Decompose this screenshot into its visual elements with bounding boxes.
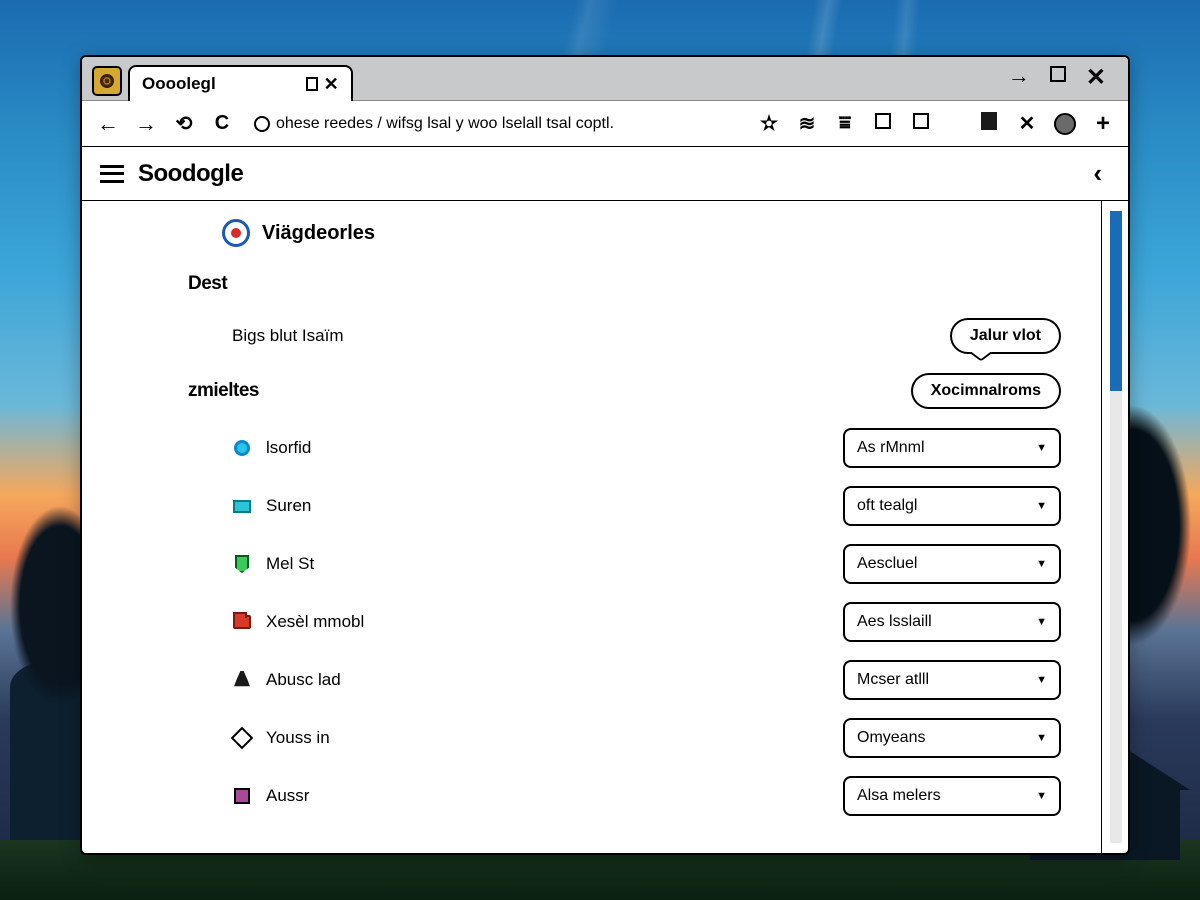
- window-close-icon[interactable]: ✕: [1086, 63, 1106, 92]
- settings-content: Viägdeorles Dest Bigs blut Isaïm Jalur v…: [82, 201, 1102, 853]
- setting-label: Xesèl mmobl: [266, 612, 364, 632]
- diamond-icon: [232, 728, 252, 748]
- dropdown-value: oft tealgl: [857, 497, 917, 515]
- setting-row: Abusc lad Mcser atlll ▼: [232, 659, 1061, 701]
- setting-row: Mel St Aescluel ▼: [232, 543, 1061, 585]
- square-icon: [232, 786, 252, 806]
- toolbar-icon-3[interactable]: [872, 112, 894, 135]
- setting-dropdown[interactable]: Omyeans ▼: [843, 718, 1061, 758]
- nav-back-icon[interactable]: ←: [96, 111, 120, 137]
- toolbar-icon-4[interactable]: [910, 112, 932, 135]
- chevron-down-icon: ▼: [1036, 616, 1047, 628]
- header-back-icon[interactable]: ‹: [1093, 158, 1110, 189]
- chevron-down-icon: ▼: [1036, 790, 1047, 802]
- setting-label: Youss in: [266, 728, 330, 748]
- rect-icon: [232, 496, 252, 516]
- nav-reload-icon[interactable]: ⟲: [172, 111, 196, 136]
- scrollbar[interactable]: [1110, 211, 1122, 843]
- scrollbar-thumb[interactable]: [1110, 211, 1122, 391]
- setting-dropdown[interactable]: As rMnml ▼: [843, 428, 1061, 468]
- chevron-down-icon: ▼: [1036, 558, 1047, 570]
- page-heading-text: Viägdeorles: [262, 222, 375, 245]
- section-header-button[interactable]: Xocimnalroms: [911, 373, 1061, 409]
- bell-icon: [232, 670, 252, 690]
- setting-dropdown[interactable]: Aes lsslaill ▼: [843, 602, 1061, 642]
- setting-dropdown[interactable]: Mcser atlll ▼: [843, 660, 1061, 700]
- menu-icon[interactable]: [100, 165, 124, 183]
- setting-label: Aussr: [266, 786, 309, 806]
- section-label-1: Dest: [188, 273, 1061, 295]
- dropdown-value: As rMnml: [857, 439, 925, 457]
- tab-bar: Oooolegl ✕ → ✕: [82, 57, 1128, 101]
- setting-dropdown[interactable]: Aescluel ▼: [843, 544, 1061, 584]
- setting-label: Mel St: [266, 554, 314, 574]
- setting-label: lsorfid: [266, 438, 311, 458]
- page-heading-icon: [222, 219, 250, 247]
- dropdown-value: Aes lsslaill: [857, 613, 932, 631]
- chevron-down-icon: ▼: [1036, 500, 1047, 512]
- nav-reload-alt-icon[interactable]: C: [210, 112, 234, 135]
- nav-forward-icon[interactable]: →: [134, 111, 158, 137]
- chevron-down-icon: ▼: [1036, 442, 1047, 454]
- url-text: ohese reedes / wifsg lsal y woo lselall …: [276, 115, 614, 133]
- chevron-down-icon: ▼: [1036, 732, 1047, 744]
- dropdown-value: Mcser atlll: [857, 671, 929, 689]
- close-icon[interactable]: ✕: [1016, 111, 1038, 136]
- setting-row: Xesèl mmobl Aes lsslaill ▼: [232, 601, 1061, 643]
- toolbar-icon-1[interactable]: ≋: [796, 111, 818, 136]
- setting-row: lsorfid As rMnml ▼: [232, 427, 1061, 469]
- toolbar-icon-2[interactable]: ⩸: [834, 112, 856, 135]
- dropdown-value: Omyeans: [857, 729, 925, 747]
- dropdown-value: Alsa melers: [857, 787, 941, 805]
- section-label-2: zmieltes: [188, 380, 911, 402]
- favicon: [92, 66, 122, 96]
- url-field[interactable]: ohese reedes / wifsg lsal y woo lselall …: [248, 115, 744, 133]
- browser-tab[interactable]: Oooolegl ✕: [128, 65, 353, 101]
- window-controls: → ✕: [1008, 63, 1120, 100]
- setting-label: Suren: [266, 496, 311, 516]
- setting-label: Abusc lad: [266, 670, 341, 690]
- page-heading: Viägdeorles: [222, 219, 1061, 247]
- setting-row: Youss in Omyeans ▼: [232, 717, 1061, 759]
- folder-icon: [232, 612, 252, 632]
- bookmark-icon[interactable]: ✫: [758, 111, 780, 136]
- circle-icon: [232, 438, 252, 458]
- setting-row: Aussr Alsa melers ▼: [232, 775, 1061, 817]
- setting-dropdown[interactable]: oft tealgl ▼: [843, 486, 1061, 526]
- app-header: Soodogle ‹: [82, 147, 1128, 201]
- browser-window: Oooolegl ✕ → ✕ ← → ⟲ C ohese reedes / wi…: [80, 55, 1130, 855]
- new-tab-icon[interactable]: +: [1092, 110, 1114, 138]
- window-restore-icon[interactable]: [1050, 66, 1066, 82]
- profile-avatar-icon[interactable]: [1054, 113, 1076, 135]
- setting-row-label: Bigs blut Isaïm: [232, 326, 344, 346]
- tab-title: Oooolegl: [142, 74, 216, 94]
- tab-close-icon[interactable]: ✕: [324, 74, 339, 95]
- shield-icon: [232, 554, 252, 574]
- site-info-icon[interactable]: [254, 116, 270, 132]
- setting-row: Suren oft tealgl ▼: [232, 485, 1061, 527]
- chevron-down-icon: ▼: [1036, 674, 1047, 686]
- setting-dropdown[interactable]: Alsa melers ▼: [843, 776, 1061, 816]
- action-button-1[interactable]: Jalur vlot: [950, 318, 1061, 354]
- window-forward-icon[interactable]: →: [1008, 63, 1030, 92]
- app-title: Soodogle: [138, 160, 243, 188]
- tab-restore-icon[interactable]: [306, 77, 318, 91]
- reader-icon[interactable]: [978, 112, 1000, 136]
- dropdown-value: Aescluel: [857, 555, 917, 573]
- address-bar: ← → ⟲ C ohese reedes / wifsg lsal y woo …: [82, 101, 1128, 147]
